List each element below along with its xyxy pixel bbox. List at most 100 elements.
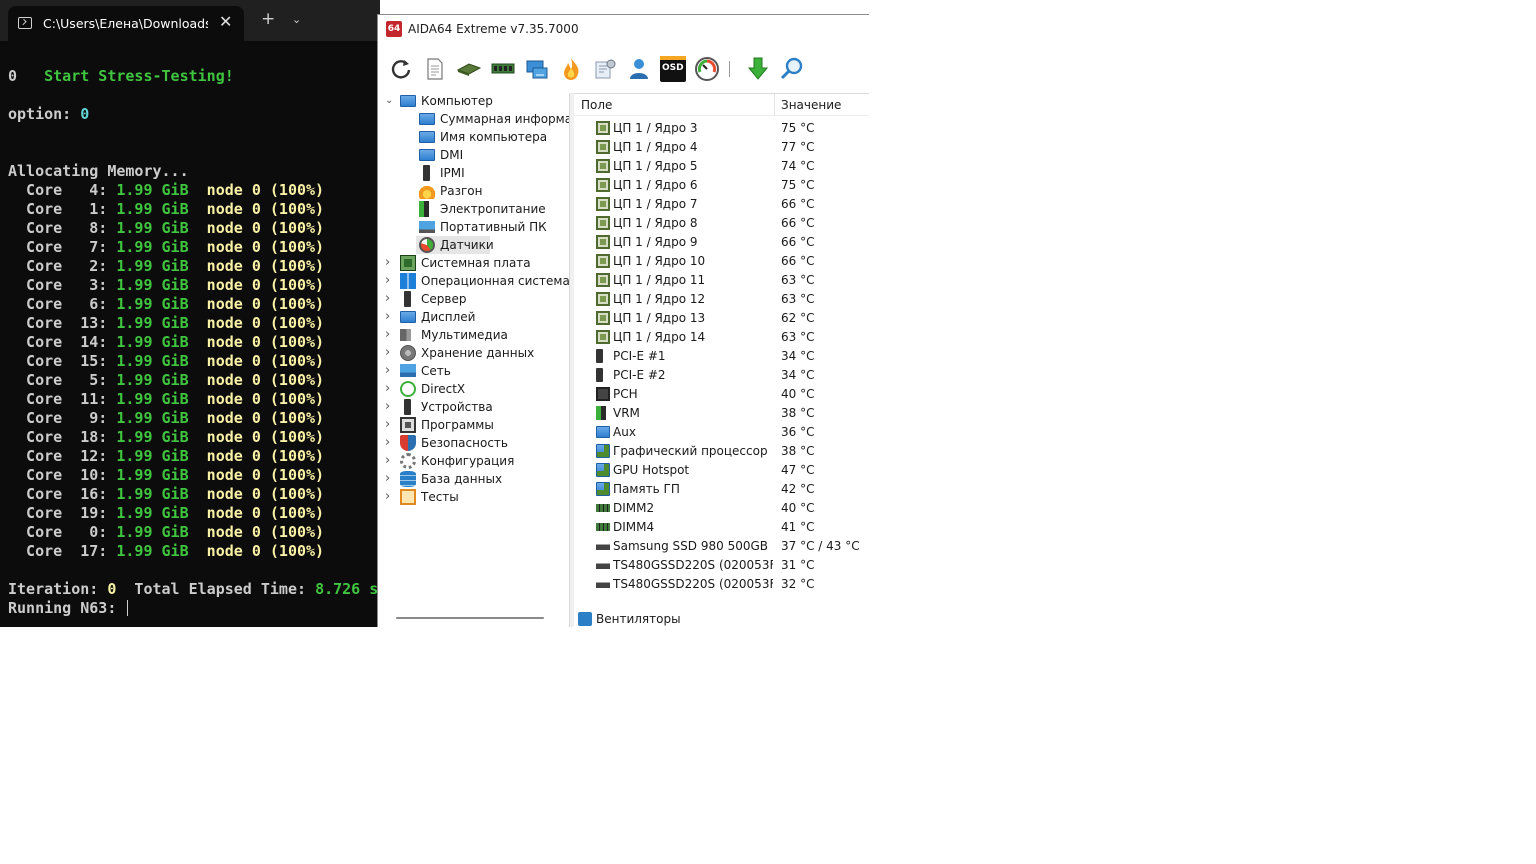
report-icon[interactable] [422, 56, 448, 82]
core-allocation-line: Core 19: 1.99 GiB node 0 (100%) [8, 504, 380, 523]
tree-item-dmi[interactable]: DMI [378, 146, 569, 164]
tree-item-storage[interactable]: › Хранение данных [378, 344, 569, 362]
chevron-right-icon[interactable]: › [385, 326, 395, 344]
osd-icon[interactable]: OSD [660, 56, 686, 82]
terminal-tab[interactable]: C:\Users\Елена\Downloads\y- ✕ [8, 6, 244, 41]
sensor-row[interactable]: ЦП 1 / Ядро 5 74 °C [574, 157, 869, 176]
sensor-row[interactable]: GPU Hotspot 47 °C [574, 461, 869, 480]
tree-item-shield[interactable]: › Безопасность [378, 434, 569, 452]
chevron-down-icon[interactable]: ⌄ [385, 93, 395, 110]
tree-item-label: Безопасность [421, 436, 508, 450]
user-icon[interactable] [626, 56, 652, 82]
core-size: 1.99 GiB [116, 257, 189, 275]
section-fans[interactable]: Вентиляторы [574, 610, 869, 627]
sensor-row[interactable]: DIMM2 40 °C [574, 499, 869, 518]
chevron-right-icon[interactable]: › [385, 380, 395, 398]
configuration-icon [400, 453, 416, 469]
refresh-icon[interactable] [388, 56, 414, 82]
vrm-icon [596, 406, 606, 420]
running-status: Running N63: [8, 599, 126, 617]
tree-item-laptop[interactable]: Портативный ПК [378, 218, 569, 236]
system-settings-icon[interactable] [592, 56, 618, 82]
sensor-row[interactable]: Samsung SSD 980 500GB 37 °C / 43 °C [574, 537, 869, 556]
sensor-row[interactable]: TS480GSSD220S (020053FFD4... 31 °C [574, 556, 869, 575]
sensor-row[interactable]: ЦП 1 / Ядро 3 75 °C [574, 119, 869, 138]
tree-item-computer[interactable]: ⌄ Компьютер [378, 93, 569, 110]
chevron-right-icon[interactable]: › [385, 398, 395, 416]
sensor-row[interactable]: PCH 40 °C [574, 385, 869, 404]
sensor-row[interactable]: Aux 36 °C [574, 423, 869, 442]
tree-item-devices[interactable]: › Устройства [378, 398, 569, 416]
column-header-field[interactable]: Поле [581, 98, 612, 112]
chevron-right-icon[interactable]: › [385, 416, 395, 434]
chevron-right-icon[interactable]: › [385, 344, 395, 362]
sensor-value: 75 °C [781, 121, 815, 135]
sensor-gauge-icon[interactable] [694, 56, 720, 82]
sensor-row[interactable]: ЦП 1 / Ядро 6 75 °C [574, 176, 869, 195]
tree-item-computer-name[interactable]: Имя компьютера [378, 128, 569, 146]
sensor-row[interactable]: ЦП 1 / Ядро 13 62 °C [574, 309, 869, 328]
tree-item-network[interactable]: › Сеть [378, 362, 569, 380]
tree-item-windows[interactable]: › Операционная система [378, 272, 569, 290]
sensor-row[interactable]: ЦП 1 / Ядро 7 66 °C [574, 195, 869, 214]
sensor-row[interactable]: ЦП 1 / Ядро 4 77 °C [574, 138, 869, 157]
chevron-right-icon[interactable]: › [385, 362, 395, 380]
tree-item-label: IPMI [440, 166, 465, 180]
chevron-right-icon[interactable]: › [385, 272, 395, 290]
new-tab-icon[interactable]: + [261, 11, 275, 28]
tree-item-motherboard[interactable]: › Системная плата [378, 254, 569, 272]
download-icon[interactable] [745, 56, 771, 82]
tree-item-summary[interactable]: Суммарная информаци [378, 110, 569, 128]
terminal-line: option: 0 [8, 105, 380, 124]
tree-item-ipmi[interactable]: IPMI [378, 164, 569, 182]
tree-item-configuration[interactable]: › Конфигурация [378, 452, 569, 470]
sensor-row[interactable]: ЦП 1 / Ядро 9 66 °C [574, 233, 869, 252]
sensor-row[interactable]: PCI-E #1 34 °C [574, 347, 869, 366]
motherboard-icon[interactable] [456, 56, 482, 82]
sensor-row[interactable]: ЦП 1 / Ядро 12 63 °C [574, 290, 869, 309]
window-title: AIDA64 Extreme v7.35.7000 [408, 22, 579, 36]
tree-item-label: Конфигурация [421, 454, 515, 468]
search-icon[interactable] [779, 56, 805, 82]
sensor-row[interactable]: ЦП 1 / Ядро 11 63 °C [574, 271, 869, 290]
chevron-right-icon[interactable]: › [385, 488, 395, 506]
sensor-name: ЦП 1 / Ядро 4 [613, 140, 698, 154]
sensor-row[interactable]: ЦП 1 / Ядро 10 66 °C [574, 252, 869, 271]
chevron-right-icon[interactable]: › [385, 434, 395, 452]
flame-icon[interactable] [558, 56, 584, 82]
chevron-down-icon[interactable]: ⌄ [292, 13, 301, 26]
chip-icon [596, 254, 610, 268]
terminal-output[interactable]: 0 Start Stress-Testing! option: 0 Allocati… [8, 67, 380, 618]
tree-item-overclock[interactable]: Разгон [378, 182, 569, 200]
sensor-row[interactable]: ЦП 1 / Ядро 8 66 °C [574, 214, 869, 233]
tree-item-programs[interactable]: › Программы [378, 416, 569, 434]
sensor-row[interactable]: Графический процессор 38 °C [574, 442, 869, 461]
chevron-right-icon[interactable]: › [385, 308, 395, 326]
sensor-row[interactable]: VRM 38 °C [574, 404, 869, 423]
tree-item-power[interactable]: Электропитание [378, 200, 569, 218]
tree-item-sensor[interactable]: Датчики [378, 236, 569, 254]
memory-icon[interactable] [490, 56, 516, 82]
sensor-row[interactable]: DIMM4 41 °C [574, 518, 869, 537]
tree-item-speaker[interactable]: › Мультимедиа [378, 326, 569, 344]
tree-item-xbox[interactable]: › DirectX [378, 380, 569, 398]
close-tab-icon[interactable]: ✕ [219, 12, 232, 31]
tree-item-tests[interactable]: › Тесты [378, 488, 569, 506]
sensor-row[interactable]: Память ГП 42 °C [574, 480, 869, 499]
network-audit-icon[interactable] [524, 56, 550, 82]
chevron-right-icon[interactable]: › [385, 452, 395, 470]
tree-item-server[interactable]: › Сервер [378, 290, 569, 308]
horizontal-scrollbar[interactable] [396, 617, 544, 619]
sensor-row[interactable]: ЦП 1 / Ядро 14 63 °C [574, 328, 869, 347]
sensor-row[interactable]: TS480GSSD220S (020053FFDD... 32 °C [574, 575, 869, 594]
tree-item-label: Программы [421, 418, 494, 432]
tree-item-display[interactable]: › Дисплей [378, 308, 569, 326]
tree-item-database[interactable]: › База данных [378, 470, 569, 488]
chevron-right-icon[interactable]: › [385, 470, 395, 488]
column-header-value[interactable]: Значение [781, 98, 841, 112]
chevron-right-icon[interactable]: › [385, 290, 395, 308]
column-separator[interactable] [774, 94, 775, 116]
chevron-right-icon[interactable]: › [385, 254, 395, 272]
sensor-row[interactable]: PCI-E #2 34 °C [574, 366, 869, 385]
